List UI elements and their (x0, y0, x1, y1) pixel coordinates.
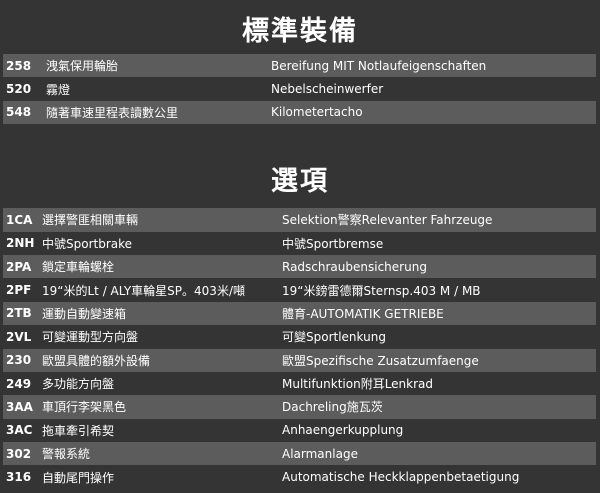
table-row: 1CA 選擇警匪相關車輛 Selektion警察Relevanter Fahrzeu… (3, 208, 596, 232)
german-description: Bereifung MIT Notlaufeigenschaften (271, 54, 596, 78)
chinese-description: 運動自動變速箱 (42, 301, 282, 326)
table-row: 2PF 19“米的Lt / ALY車輪星SP。403米/噸 19“米鎊雷德爾Ster… (3, 278, 596, 302)
table-row: 2NH 中號Sportbrake 中號Sportbremse (3, 231, 596, 255)
option-code: 2PA (3, 254, 42, 279)
standard-equipment-table: 258 洩氣保用輪胎 Bereifung MIT Notlaufeigenschaf… (3, 54, 596, 125)
table-row: 2VL 可變運動型方向盤 可變Sportlenkung (3, 325, 596, 349)
german-description: 可變Sportlenkung (282, 325, 596, 349)
option-code: 249 (3, 371, 42, 396)
german-description: Dachreling施瓦茨 (282, 395, 596, 419)
german-description: Automatische Heckklappenbetaetigung (282, 465, 596, 489)
german-description: 歐盟Spezifische Zusatzumfaenge (282, 348, 596, 372)
chinese-description: 多功能方向盤 (42, 371, 282, 396)
table-row: 249 多功能方向盤 Multifunktion附耳Lenkrad (3, 371, 596, 396)
chinese-description: 洩氣保用輪胎 (46, 54, 271, 78)
chinese-description: 警報系統 (42, 442, 282, 466)
chinese-description: 歐盟具體的額外設備 (42, 348, 282, 372)
table-row: 520 霧燈 Nebelscheinwerfer (3, 77, 596, 101)
chinese-description: 19“米的Lt / ALY車輪星SP。403米/噸 (42, 278, 282, 302)
chinese-description: 隨著車速里程表讀數公里 (46, 100, 271, 125)
table-row: 548 隨著車速里程表讀數公里 Kilometertacho (3, 100, 596, 125)
german-description: Multifunktion附耳Lenkrad (282, 371, 596, 396)
table-row: 3AC 拖車牽引希契 Anhaengerkupplung (3, 418, 596, 443)
german-description: Nebelscheinwerfer (271, 77, 596, 101)
table-row: 230 歐盟具體的額外設備 歐盟Spezifische Zusatzumfaenge (3, 348, 596, 372)
chinese-description: 車頂行李架黑色 (42, 395, 282, 419)
option-code: 2VL (3, 325, 42, 349)
options-title: 選項 (271, 166, 329, 198)
german-description: Kilometertacho (271, 100, 596, 125)
german-description: Anhaengerkupplung (282, 418, 596, 443)
table-row: 2TB 運動自動變速箱 體育-AUTOMATIK GETRIEBE (3, 301, 596, 326)
chinese-description: 拖車牽引希契 (42, 418, 282, 443)
option-code: 548 (3, 100, 46, 125)
german-description: 19“米鎊雷德爾Sternsp.403 M / MB (282, 278, 596, 302)
german-description: Radschraubensicherung (282, 254, 596, 279)
options-table: 1CA 選擇警匪相關車輛 Selektion警察Relevanter Fahrzeu… (3, 208, 596, 489)
table-row: 3AA 車頂行李架黑色 Dachreling施瓦茨 (3, 395, 596, 419)
chinese-description: 自動尾門操作 (42, 465, 282, 489)
option-code: 1CA (3, 208, 42, 232)
option-code: 2TB (3, 301, 42, 326)
table-row: 302 警報系統 Alarmanlage (3, 442, 596, 466)
table-row: 2PA 鎖定車輪螺栓 Radschraubensicherung (3, 254, 596, 279)
standard-equipment-title: 標準裝備 (242, 16, 358, 47)
chinese-description: 鎖定車輪螺栓 (42, 254, 282, 279)
option-code: 3AC (3, 418, 42, 443)
chinese-description: 可變運動型方向盤 (42, 325, 282, 349)
option-code: 302 (3, 442, 42, 466)
option-code: 2NH (3, 231, 42, 255)
chinese-description: 選擇警匪相關車輛 (42, 208, 282, 232)
chinese-description: 中號Sportbrake (42, 231, 282, 255)
table-row: 258 洩氣保用輪胎 Bereifung MIT Notlaufeigenschaf… (3, 54, 596, 78)
german-description: Alarmanlage (282, 442, 596, 466)
option-code: 2PF (3, 278, 42, 302)
german-description: 體育-AUTOMATIK GETRIEBE (282, 301, 596, 326)
option-code: 3AA (3, 395, 42, 419)
option-code: 258 (3, 54, 46, 78)
option-code: 520 (3, 77, 46, 101)
german-description: Selektion警察Relevanter Fahrzeuge (282, 208, 596, 232)
option-code: 230 (3, 348, 42, 372)
table-row: 316 自動尾門操作 Automatische Heckklappenbetaeti… (3, 465, 596, 489)
german-description: 中號Sportbremse (282, 231, 596, 255)
option-code: 316 (3, 465, 42, 489)
chinese-description: 霧燈 (46, 77, 271, 101)
